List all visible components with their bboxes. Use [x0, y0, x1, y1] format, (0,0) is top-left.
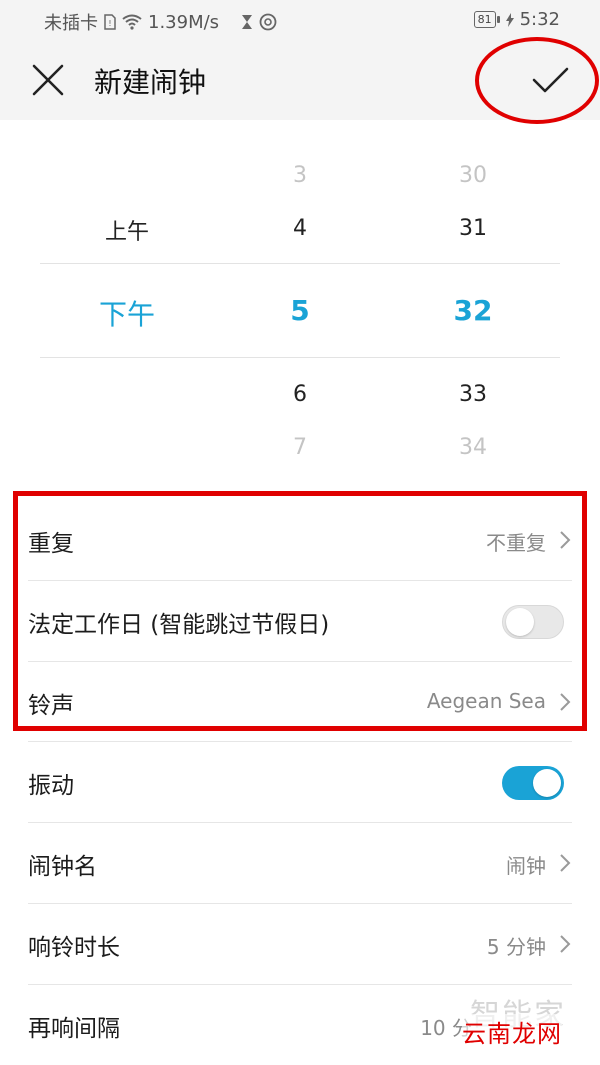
alarm-name-value: 闹钟 [506, 854, 546, 878]
annotation-rectangle [13, 491, 587, 731]
hour-option[interactable]: 3 [293, 163, 307, 188]
minute-option[interactable]: 33 [459, 382, 487, 407]
vibrate-row[interactable]: 振动 [0, 742, 600, 822]
globe-icon [259, 13, 277, 31]
sim-icon: ! [104, 14, 116, 30]
time-picker[interactable]: 上午 下午 3 4 5 6 7 30 31 32 33 34 [0, 120, 600, 490]
alarm-name-label: 闹钟名 [28, 854, 97, 880]
charging-icon [505, 12, 514, 27]
minute-option[interactable]: 30 [459, 163, 487, 188]
ampm-selected[interactable]: 下午 [99, 293, 155, 333]
vibrate-label: 振动 [28, 773, 74, 799]
status-left: 未插卡 ! 1.39M/s [44, 9, 277, 35]
status-right: 81 5:32 [473, 9, 560, 30]
chevron-right-icon [560, 935, 571, 953]
ring-duration-row[interactable]: 响铃时长 5 分钟 [0, 904, 600, 984]
wifi-icon [122, 14, 142, 30]
hourglass-icon [242, 15, 253, 29]
hour-option[interactable]: 7 [293, 435, 307, 460]
minute-option[interactable]: 31 [459, 216, 487, 241]
selection-line-top [40, 263, 560, 264]
close-icon[interactable] [30, 62, 66, 98]
ampm-option[interactable]: 上午 [105, 214, 149, 246]
chevron-right-icon [560, 854, 571, 872]
network-speed: 1.39M/s [148, 11, 220, 33]
snooze-interval-label: 再响间隔 [28, 1016, 120, 1042]
annotation-circle [475, 37, 599, 124]
clock: 5:32 [519, 9, 560, 30]
hour-selected[interactable]: 5 [290, 294, 309, 327]
minute-option[interactable]: 34 [459, 435, 487, 460]
vibrate-toggle[interactable] [502, 766, 564, 800]
carrier-text: 未插卡 [44, 13, 98, 34]
alarm-name-row[interactable]: 闹钟名 闹钟 [0, 823, 600, 903]
minute-selected[interactable]: 32 [454, 294, 493, 327]
battery-indicator: 81 [473, 11, 500, 28]
hour-option[interactable]: 4 [293, 216, 307, 241]
svg-text:!: ! [108, 19, 111, 28]
ring-duration-label: 响铃时长 [28, 935, 120, 961]
toggle-knob [533, 769, 561, 797]
status-bar: 未插卡 ! 1.39M/s 81 5:32 [0, 0, 600, 40]
selection-line-bottom [40, 357, 560, 358]
hour-option[interactable]: 6 [293, 382, 307, 407]
page-title: 新建闹钟 [94, 66, 207, 99]
watermark: 云南龙网 [462, 1014, 562, 1049]
ring-duration-value: 5 分钟 [486, 935, 546, 959]
